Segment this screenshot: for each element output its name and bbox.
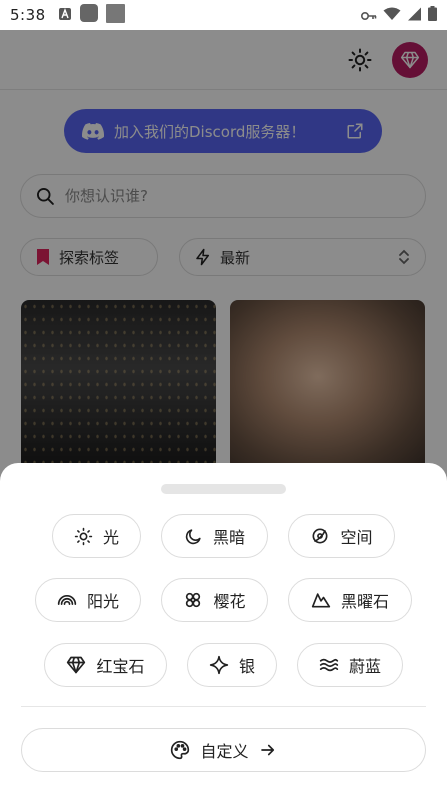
theme-option-label: 黑暗 xyxy=(212,528,245,547)
theme-option-space[interactable]: 空间 xyxy=(288,514,395,558)
theme-option-dark[interactable]: 黑暗 xyxy=(161,514,268,558)
key-icon xyxy=(360,6,377,25)
status-bar: 5:38 xyxy=(0,0,447,30)
wifi-icon xyxy=(383,6,401,25)
theme-option-label: 樱花 xyxy=(213,592,246,611)
custom-theme-button[interactable]: 自定义 xyxy=(21,728,426,772)
custom-theme-label: 自定义 xyxy=(200,742,249,761)
status-time: 5:38 xyxy=(10,6,46,24)
sheet-divider xyxy=(21,706,426,707)
theme-option-sunshine[interactable]: 阳光 xyxy=(35,578,141,622)
theme-option-label: 银 xyxy=(238,657,255,676)
theme-option-label: 空间 xyxy=(340,528,373,547)
theme-option-azure[interactable]: 蔚蓝 xyxy=(297,643,403,687)
waves-icon xyxy=(319,658,339,672)
flower-icon xyxy=(186,592,201,608)
photo-square-icon xyxy=(105,3,125,27)
rainbow-icon xyxy=(57,595,77,605)
theme-option-label: 阳光 xyxy=(86,592,119,611)
battery-icon xyxy=(428,5,437,25)
sparkle-icon xyxy=(209,655,229,675)
theme-option-silver[interactable]: 银 xyxy=(187,643,277,687)
theme-option-obsidian[interactable]: 黑曜石 xyxy=(288,578,412,622)
palette-icon xyxy=(171,740,190,760)
sun-icon xyxy=(74,527,93,545)
gem-icon xyxy=(67,656,86,674)
theme-option-ruby[interactable]: 红宝石 xyxy=(44,643,167,687)
theme-option-label: 黑曜石 xyxy=(340,592,389,611)
theme-bottom-sheet: 光 黑暗 空间 阳光 樱花 黑曜石 红宝石 银 蔚蓝 自定义 xyxy=(0,463,447,794)
planet-icon xyxy=(312,528,328,544)
mountain-icon xyxy=(311,593,331,608)
moon-icon xyxy=(185,528,201,544)
arrow-right-icon xyxy=(260,744,274,756)
text-a-icon xyxy=(58,6,72,25)
theme-option-sakura[interactable]: 樱花 xyxy=(161,578,268,622)
app-square-icon xyxy=(79,4,98,26)
theme-option-light[interactable]: 光 xyxy=(52,514,141,558)
sheet-drag-handle[interactable] xyxy=(161,484,286,494)
signal-icon xyxy=(407,6,422,25)
theme-option-label: 红宝石 xyxy=(96,657,145,676)
theme-option-label: 光 xyxy=(102,528,119,547)
theme-option-label: 蔚蓝 xyxy=(348,657,381,676)
